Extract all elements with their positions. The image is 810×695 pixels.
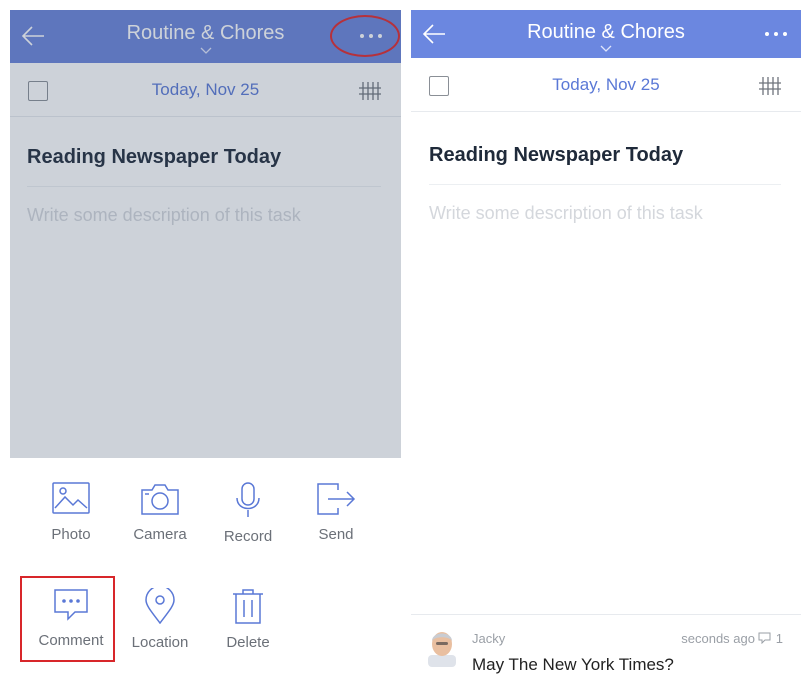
- photo-button[interactable]: Photo: [25, 482, 117, 562]
- comment-text: May The New York Times?: [472, 655, 674, 674]
- date-bar: Today, Nov 25: [411, 58, 801, 112]
- more-options-button[interactable]: [756, 22, 796, 46]
- camera-icon: [141, 484, 179, 515]
- image-icon: [52, 482, 90, 514]
- record-button[interactable]: Record: [202, 482, 294, 562]
- right-screen: Routine & Chores Today, Nov 25 Reading N…: [411, 10, 801, 695]
- camera-label: Camera: [133, 526, 187, 543]
- comment-list-item[interactable]: Jacky seconds ago 1 May The New York Tim…: [411, 614, 801, 695]
- subtasks-icon[interactable]: [757, 74, 783, 98]
- description-field[interactable]: Write some description of this task: [429, 203, 781, 224]
- avatar: [428, 632, 456, 667]
- dim-overlay[interactable]: [10, 10, 401, 458]
- location-label: Location: [131, 634, 189, 651]
- comment-count: 1: [775, 631, 783, 646]
- list-title[interactable]: Routine & Chores: [411, 21, 801, 44]
- camera-button[interactable]: Camera: [114, 482, 206, 562]
- photo-label: Photo: [51, 526, 91, 543]
- location-pin-icon: [145, 588, 175, 624]
- delete-button[interactable]: Delete: [202, 588, 294, 668]
- left-screen: Routine & Chores Today, Nov 25 Reading N…: [10, 10, 401, 695]
- location-button[interactable]: Location: [114, 588, 206, 668]
- comment-highlight-box: [20, 576, 115, 662]
- due-date[interactable]: Today, Nov 25: [411, 75, 801, 95]
- action-sheet: Photo Camera Record Send Comment Locatio…: [10, 458, 401, 695]
- comment-time: seconds ago: [681, 631, 755, 646]
- task-title[interactable]: Reading Newspaper Today: [429, 144, 781, 167]
- microphone-icon: [236, 482, 260, 517]
- send-button[interactable]: Send: [290, 482, 382, 562]
- send-label: Send: [318, 526, 354, 543]
- share-icon: [317, 483, 356, 515]
- trash-icon: [233, 589, 263, 624]
- app-header: Routine & Chores: [411, 10, 801, 58]
- comment-author: Jacky: [472, 631, 506, 646]
- comment-count-icon: [758, 632, 771, 644]
- ellipsis-icon: [765, 32, 769, 36]
- divider: [429, 184, 781, 185]
- delete-label: Delete: [226, 634, 270, 651]
- chevron-down-icon[interactable]: [600, 45, 612, 52]
- record-label: Record: [223, 528, 273, 545]
